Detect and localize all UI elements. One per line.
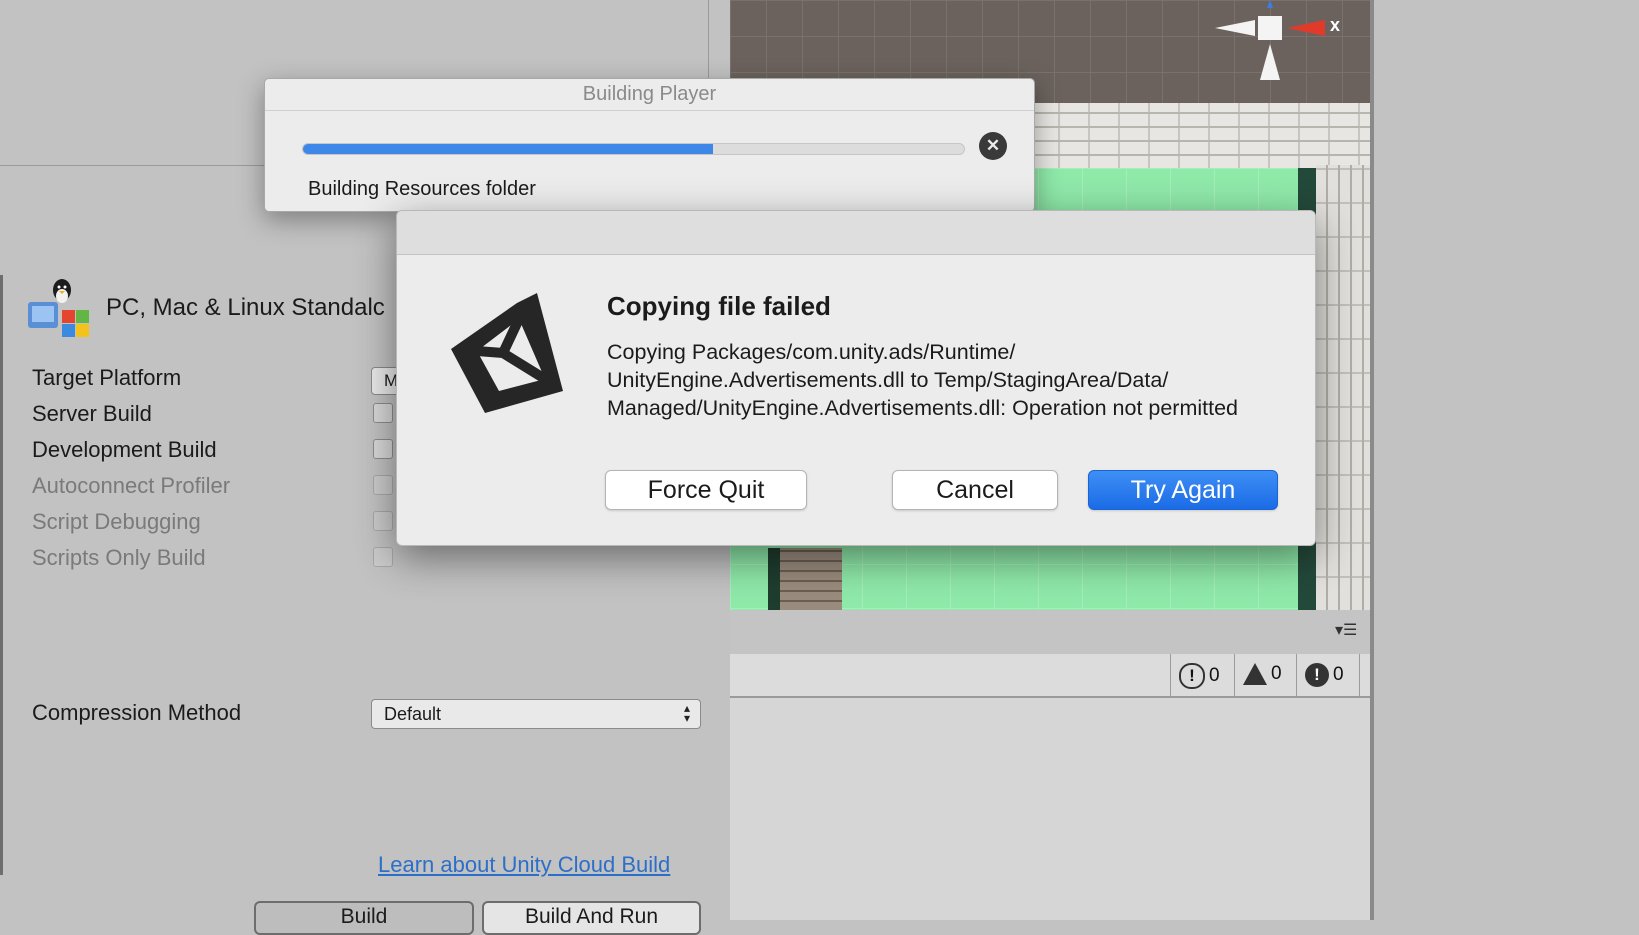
script-debugging-label: Script Debugging <box>32 509 201 534</box>
inspector-panel <box>1374 0 1639 920</box>
development-build-checkbox[interactable] <box>373 439 393 459</box>
unity-logo-icon <box>451 293 563 413</box>
scene-orientation-gizmo[interactable] <box>1205 0 1335 86</box>
autoconnect-profiler-checkbox <box>373 475 393 495</box>
platform-standalone-icon <box>28 279 89 337</box>
platform-title: PC, Mac & Linux Standalc <box>106 294 385 321</box>
console-panel: ▾☰ ! 0 0 ! 0 <box>730 610 1370 920</box>
warning-count: 0 <box>1271 663 1282 685</box>
compression-method-dropdown[interactable]: Default ▴ ▾ <box>371 699 701 729</box>
dialog-message: Copying Packages/com.unity.ads/Runtime/ … <box>607 340 1239 420</box>
dialog-heading: Copying file failed <box>607 291 831 321</box>
server-build-checkbox[interactable] <box>373 403 393 423</box>
scene-brick-pillar <box>780 548 842 610</box>
info-count: 0 <box>1209 665 1220 687</box>
dropdown-arrows-icon: ▴ ▾ <box>683 701 690 725</box>
panel-border <box>0 275 3 875</box>
compression-method-label: Compression Method <box>32 700 242 725</box>
compression-method-value: Default <box>384 704 442 724</box>
server-build-label: Server Build <box>32 401 152 426</box>
progress-bar-fill <box>303 144 713 154</box>
scene-wall-edge <box>768 548 780 610</box>
panel-menu-icon[interactable]: ▾☰ <box>1335 620 1357 640</box>
error-counter-toggle[interactable]: ! 0 <box>1296 654 1360 696</box>
target-platform-label: Target Platform <box>32 365 182 390</box>
progress-bar <box>302 143 965 155</box>
unity-cloud-build-link[interactable]: Learn about Unity Cloud Build <box>378 852 670 878</box>
error-count: 0 <box>1333 664 1344 686</box>
development-build-label: Development Build <box>32 437 217 462</box>
scene-stone-wall <box>1316 165 1370 610</box>
console-toolbar: ! 0 0 ! 0 <box>730 654 1370 698</box>
progress-status-text: Building Resources folder <box>308 178 536 200</box>
try-again-button[interactable]: Try Again <box>1088 470 1278 510</box>
script-debugging-checkbox <box>373 511 393 531</box>
info-icon: ! <box>1179 663 1205 689</box>
build-and-run-button[interactable]: Build And Run <box>482 901 701 935</box>
error-icon: ! <box>1305 663 1329 687</box>
cancel-button[interactable]: Cancel <box>892 470 1058 510</box>
cancel-build-icon[interactable]: ✕ <box>979 132 1007 160</box>
dialog-titlebar[interactable] <box>397 211 1315 255</box>
console-header: ▾☰ <box>730 610 1370 654</box>
window-title: Building Player <box>265 79 1034 111</box>
scripts-only-build-label: Scripts Only Build <box>32 545 206 570</box>
autoconnect-profiler-label: Autoconnect Profiler <box>32 473 231 498</box>
warning-counter-toggle[interactable]: 0 <box>1234 654 1296 696</box>
info-counter-toggle[interactable]: ! 0 <box>1170 654 1234 696</box>
warning-icon <box>1243 663 1267 685</box>
gizmo-axis-label: x <box>1330 15 1341 35</box>
copy-failed-dialog: Copying file failed Copying Packages/com… <box>396 210 1316 546</box>
building-player-window: Building Player ✕ Building Resources fol… <box>264 78 1035 212</box>
build-button[interactable]: Build <box>254 901 474 935</box>
force-quit-button[interactable]: Force Quit <box>605 470 807 510</box>
scripts-only-build-checkbox <box>373 547 393 567</box>
